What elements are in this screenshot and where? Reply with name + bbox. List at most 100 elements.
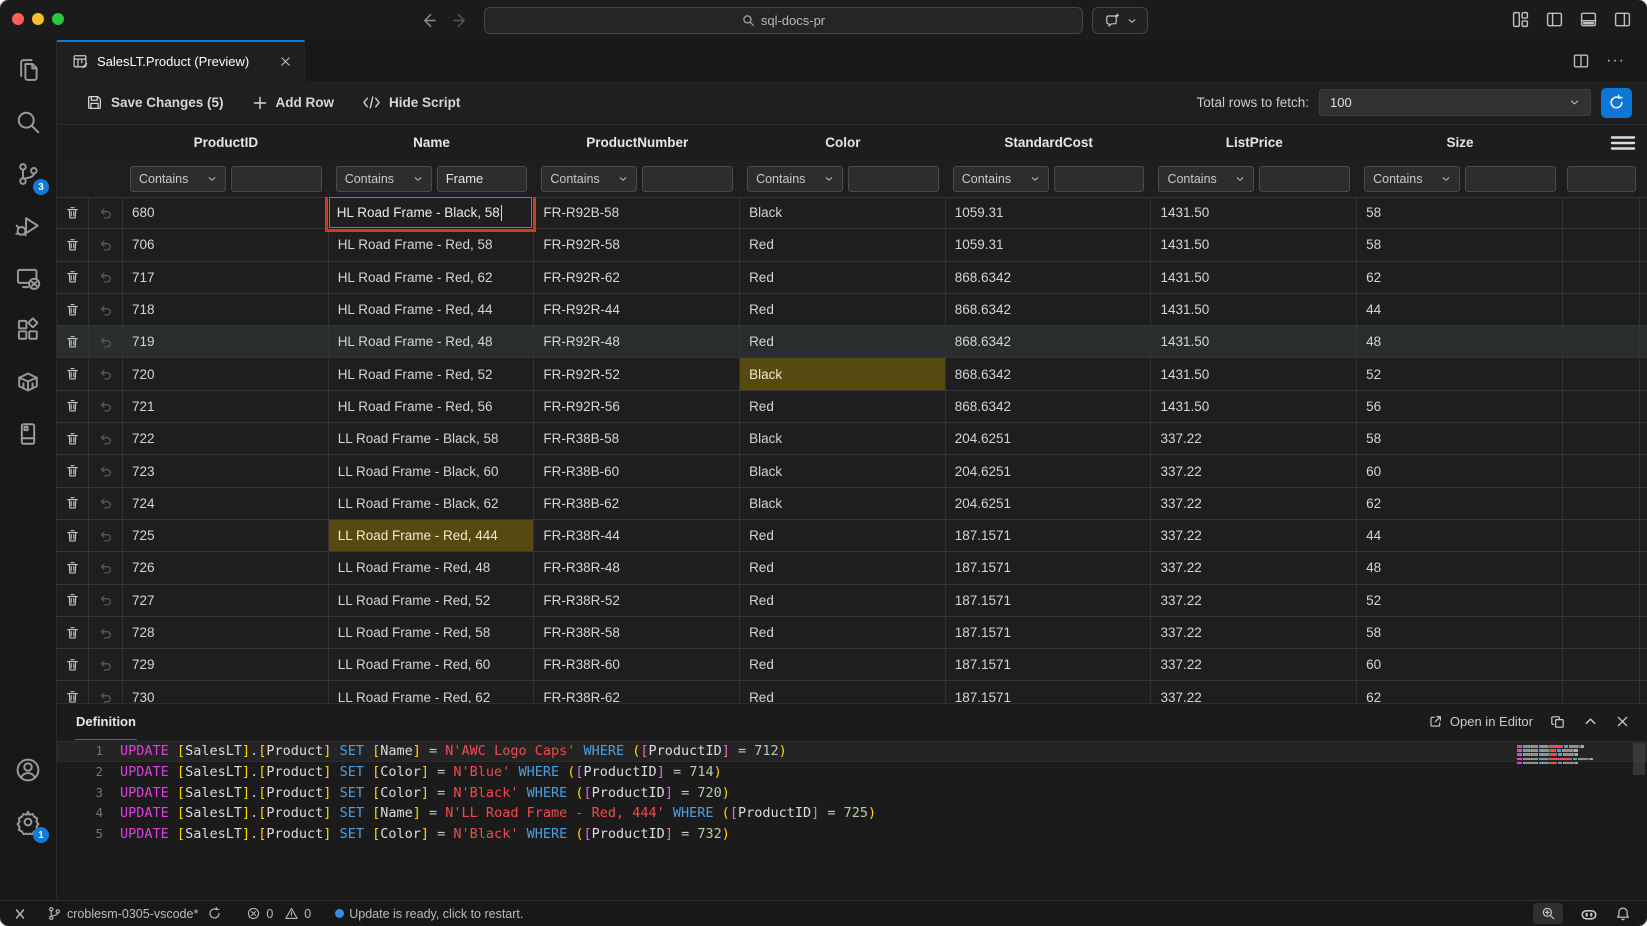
- cell-name[interactable]: LL Road Frame - Red, 444: [329, 520, 535, 551]
- cell-color[interactable]: Red: [740, 294, 946, 325]
- revert-row-button[interactable]: [89, 326, 123, 357]
- cell-standardcost[interactable]: 868.6342: [946, 391, 1152, 422]
- cell-listprice[interactable]: 337.22: [1151, 617, 1357, 648]
- column-header-size[interactable]: Size: [1357, 135, 1563, 150]
- column-header-name[interactable]: Name: [329, 135, 535, 150]
- column-header-productnumber[interactable]: ProductNumber: [534, 135, 740, 150]
- delete-row-button[interactable]: [57, 262, 89, 293]
- cell-name[interactable]: HL Road Frame - Red, 52: [329, 358, 535, 389]
- copilot-status-icon[interactable]: [1579, 904, 1599, 924]
- revert-row-button[interactable]: [89, 585, 123, 616]
- filter-input-listprice[interactable]: [1259, 166, 1350, 192]
- forward-button[interactable]: [448, 9, 472, 31]
- maximize-window-button[interactable]: [52, 13, 64, 25]
- cell-standardcost[interactable]: 187.1571: [946, 552, 1152, 583]
- delete-row-button[interactable]: [57, 585, 89, 616]
- revert-row-button[interactable]: [89, 520, 123, 551]
- revert-row-button[interactable]: [89, 197, 123, 228]
- cell-productnumber[interactable]: FR-R38R-62: [534, 681, 740, 703]
- revert-row-button[interactable]: [89, 262, 123, 293]
- cell-productid[interactable]: 725: [123, 520, 329, 551]
- open-in-editor-button[interactable]: Open in Editor: [1428, 714, 1533, 729]
- cell-productid[interactable]: 724: [123, 488, 329, 519]
- cell-color[interactable]: Black: [740, 423, 946, 454]
- cell-size[interactable]: 56: [1357, 391, 1563, 422]
- revert-row-button[interactable]: [89, 455, 123, 486]
- cell-listprice[interactable]: 1431.50: [1151, 326, 1357, 357]
- cell-color[interactable]: Black: [740, 455, 946, 486]
- cell-productnumber[interactable]: FR-R38R-60: [534, 649, 740, 680]
- cell-productnumber[interactable]: FR-R38B-58: [534, 423, 740, 454]
- tab-saleslt-product[interactable]: SalesLT.Product (Preview): [57, 40, 305, 81]
- cell-standardcost[interactable]: 187.1571: [946, 520, 1152, 551]
- cell-productid[interactable]: 728: [123, 617, 329, 648]
- activity-bar-item-containers[interactable]: [6, 360, 50, 404]
- cell-productnumber[interactable]: FR-R92B-58: [534, 197, 740, 228]
- refresh-button[interactable]: [1601, 88, 1632, 118]
- grid-menu-icon[interactable]: [1610, 134, 1636, 152]
- column-header-standardcost[interactable]: StandardCost: [946, 135, 1152, 150]
- cell-size[interactable]: 60: [1357, 455, 1563, 486]
- cell-color[interactable]: Black: [740, 197, 946, 228]
- cell-productnumber[interactable]: FR-R92R-44: [534, 294, 740, 325]
- filter-input-name[interactable]: Frame: [437, 166, 528, 192]
- close-window-button[interactable]: [12, 13, 24, 25]
- revert-row-button[interactable]: [89, 649, 123, 680]
- cell-color[interactable]: Red: [740, 229, 946, 260]
- cell-productnumber[interactable]: FR-R38R-48: [534, 552, 740, 583]
- cell-name[interactable]: LL Road Frame - Red, 60: [329, 649, 535, 680]
- minimize-window-button[interactable]: [32, 13, 44, 25]
- zoom-in-button[interactable]: [1533, 903, 1563, 924]
- activity-bar-item-source-control[interactable]: 3: [6, 152, 50, 196]
- cell-productnumber[interactable]: FR-R92R-52: [534, 358, 740, 389]
- git-branch-status[interactable]: croblesm-0305-vscode*: [47, 906, 222, 921]
- cell-standardcost[interactable]: 187.1571: [946, 617, 1152, 648]
- cell-size[interactable]: 44: [1357, 294, 1563, 325]
- cell-productid[interactable]: 717: [123, 262, 329, 293]
- cell-name[interactable]: HL Road Frame - Red, 62: [329, 262, 535, 293]
- cell-name[interactable]: LL Road Frame - Black, 62: [329, 488, 535, 519]
- filter-operator-select-name[interactable]: Contains: [336, 166, 432, 192]
- cell-standardcost[interactable]: 187.1571: [946, 585, 1152, 616]
- activity-bar-item-explorer[interactable]: [6, 48, 50, 92]
- column-header-productid[interactable]: ProductID: [123, 135, 329, 150]
- cell-name[interactable]: HL Road Frame - Red, 56: [329, 391, 535, 422]
- notifications-bell-icon[interactable]: [1615, 906, 1631, 922]
- cell-productid[interactable]: 730: [123, 681, 329, 703]
- cell-name[interactable]: LL Road Frame - Red, 52: [329, 585, 535, 616]
- cell-standardcost[interactable]: 187.1571: [946, 681, 1152, 703]
- cell-size[interactable]: 48: [1357, 326, 1563, 357]
- delete-row-button[interactable]: [57, 229, 89, 260]
- revert-row-button[interactable]: [89, 229, 123, 260]
- cell-standardcost[interactable]: 204.6251: [946, 488, 1152, 519]
- cell-name[interactable]: HL Road Frame - Red, 58: [329, 229, 535, 260]
- filter-operator-select-productnumber[interactable]: Contains: [541, 166, 637, 192]
- command-center-search[interactable]: sql-docs-pr: [484, 7, 1083, 34]
- sql-editor[interactable]: 1UPDATE [SalesLT].[Product] SET [Name] =…: [57, 741, 1647, 900]
- cell-listprice[interactable]: 337.22: [1151, 585, 1357, 616]
- cell-color[interactable]: Red: [740, 649, 946, 680]
- cell-productid[interactable]: 721: [123, 391, 329, 422]
- delete-row-button[interactable]: [57, 681, 89, 703]
- cell-productnumber[interactable]: FR-R92R-48: [534, 326, 740, 357]
- revert-row-button[interactable]: [89, 391, 123, 422]
- cell-size[interactable]: 60: [1357, 649, 1563, 680]
- cell-listprice[interactable]: 337.22: [1151, 423, 1357, 454]
- revert-row-button[interactable]: [89, 358, 123, 389]
- definition-tab[interactable]: Definition: [75, 704, 137, 740]
- cell-listprice[interactable]: 1431.50: [1151, 197, 1357, 228]
- revert-row-button[interactable]: [89, 552, 123, 583]
- cell-productid[interactable]: 718: [123, 294, 329, 325]
- cell-color[interactable]: Red: [740, 585, 946, 616]
- column-header-listprice[interactable]: ListPrice: [1151, 135, 1357, 150]
- cell-productnumber[interactable]: FR-R92R-58: [534, 229, 740, 260]
- cell-standardcost[interactable]: 1059.31: [946, 197, 1152, 228]
- cell-productid[interactable]: 729: [123, 649, 329, 680]
- cell-color[interactable]: Red: [740, 552, 946, 583]
- cell-size[interactable]: 58: [1357, 423, 1563, 454]
- cell-size[interactable]: 62: [1357, 262, 1563, 293]
- cell-listprice[interactable]: 1431.50: [1151, 294, 1357, 325]
- activity-bar-item-search[interactable]: [6, 100, 50, 144]
- revert-row-button[interactable]: [89, 423, 123, 454]
- hide-script-button[interactable]: Hide Script: [362, 95, 460, 110]
